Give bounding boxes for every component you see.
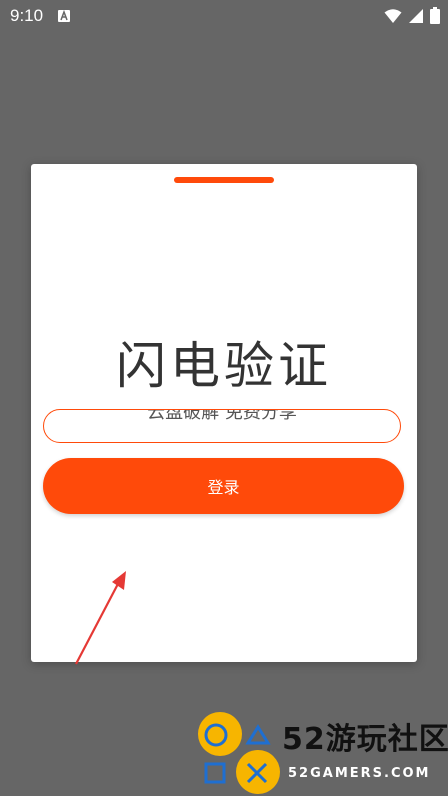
status-icons (384, 7, 440, 29)
dialog-handle[interactable] (174, 177, 274, 183)
watermark-subtitle: 52GAMERS.COM (288, 766, 431, 781)
key-input[interactable]: 云盘破解 免费分享 (43, 409, 401, 443)
watermark: 52游玩社区 52GAMERS.COM (196, 710, 448, 796)
login-button[interactable]: 登录 (43, 458, 404, 514)
signal-icon (408, 8, 424, 29)
wifi-icon (384, 8, 402, 29)
dialog-title: 闪电验证 (116, 337, 332, 395)
status-time: 9:10 (10, 6, 44, 25)
status-bar: 9:10 (0, 0, 448, 32)
watermark-title: 52游玩社区 (282, 722, 448, 757)
watermark-logo-icon (198, 712, 280, 794)
key-input-text: 云盘破解 免费分享 (147, 409, 297, 423)
notification-a-icon (58, 9, 70, 22)
annotation-arrow-icon (75, 571, 126, 665)
battery-icon (430, 7, 440, 29)
